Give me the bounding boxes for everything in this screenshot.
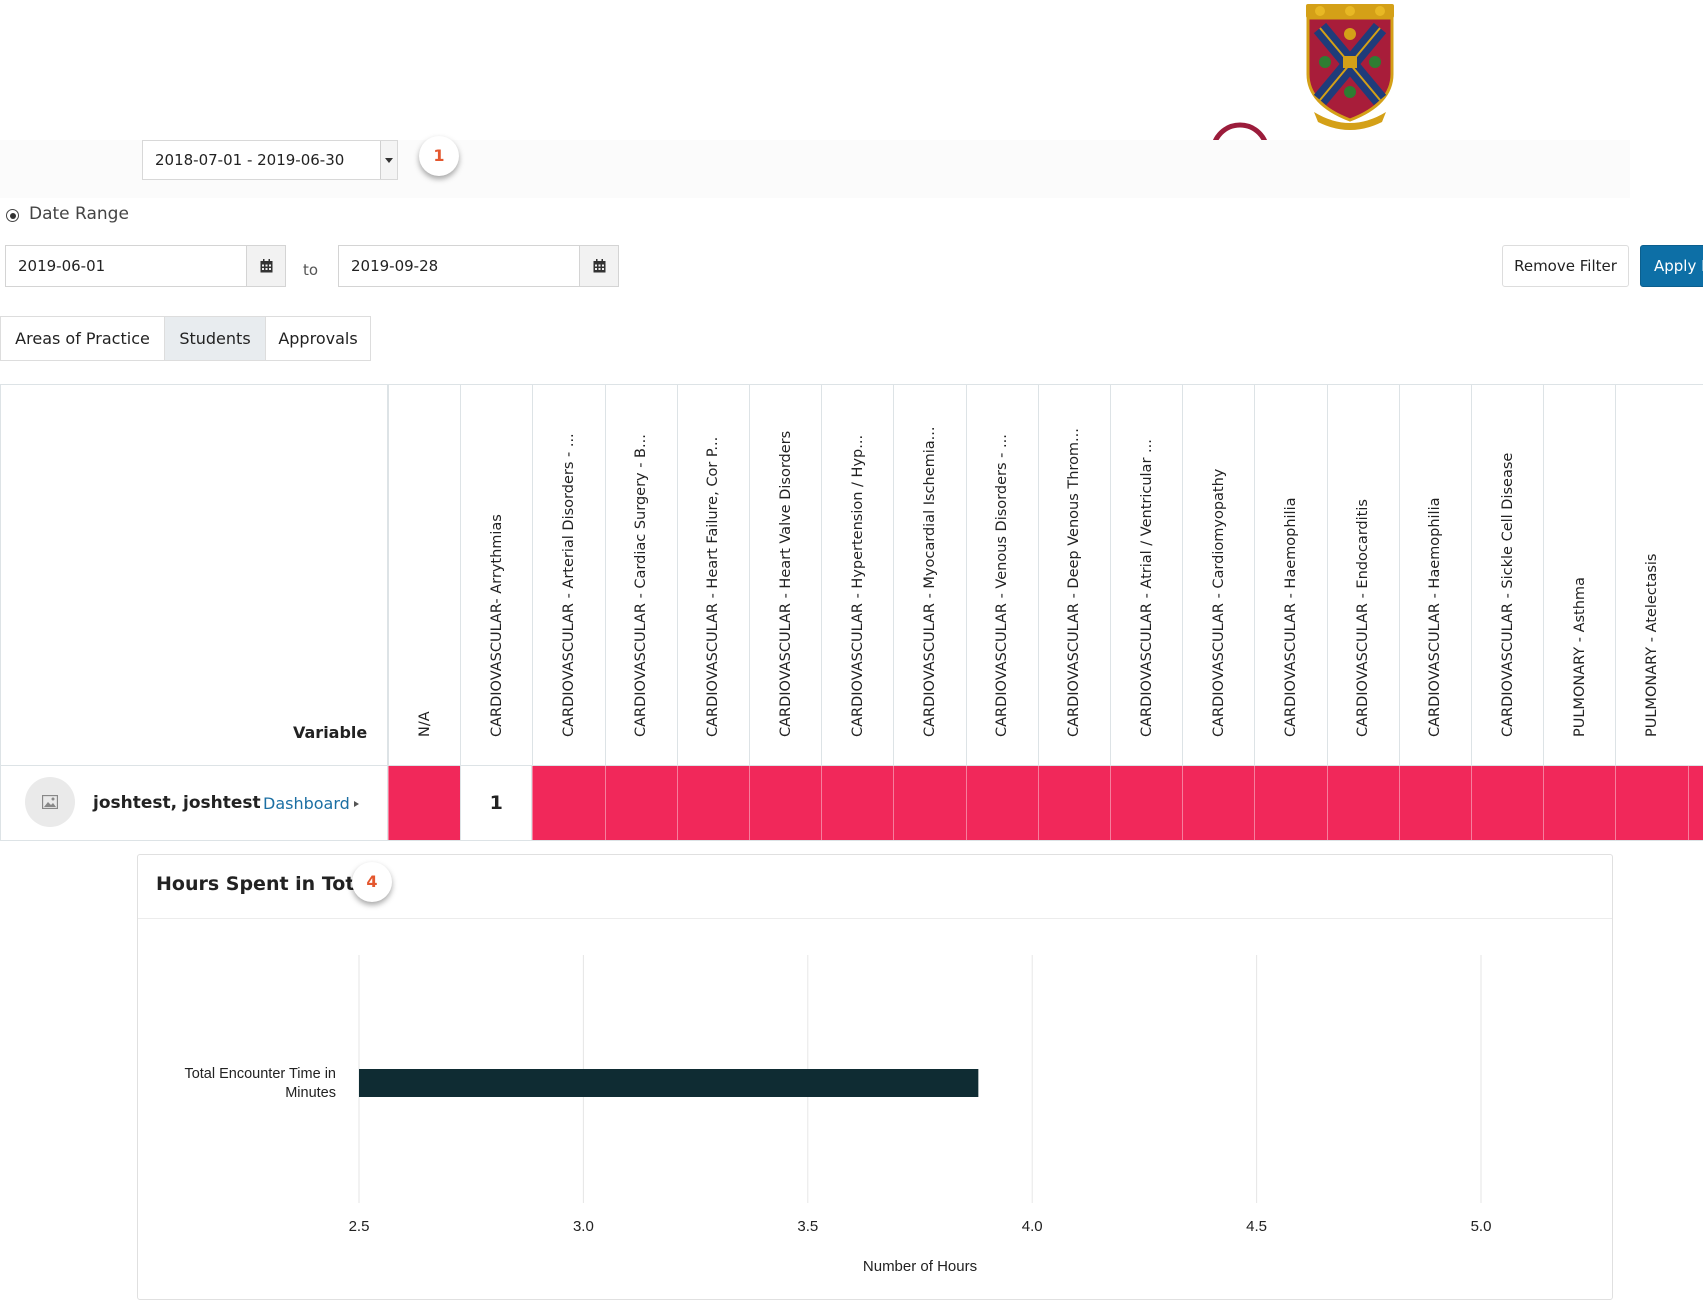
column-header-label: CARDIOVASCULAR - Heart Failure, Cor P... [705, 436, 722, 737]
column-header-label: CARDIOVASCULAR - Venous Disorders - ... [994, 434, 1011, 737]
column-header-label: CARDIOVASCULAR - Haemophilia [1282, 497, 1299, 738]
step-badge: 4 [352, 862, 392, 902]
matrix-cell[interactable] [604, 766, 677, 840]
column-header-label: CARDIOVASCULAR - Haemophilia [1427, 497, 1444, 738]
matrix-cell[interactable] [1110, 766, 1183, 840]
column-header-label: CARDIOVASCULAR - Arterial Disorders - ..… [560, 433, 577, 737]
loading-arc-icon [1205, 118, 1275, 140]
column-header: CARDIOVASCULAR - Cardiomyopathy [1182, 385, 1254, 765]
calendar-icon[interactable] [579, 246, 618, 286]
column-header-label: CARDIOVASCULAR - Sickle Cell Disease [1499, 452, 1516, 737]
x-tick-label: 4.0 [1022, 1218, 1043, 1235]
dashboard-link[interactable]: Dashboard [263, 794, 350, 813]
column-header: CARDIOVASCULAR - Arterial Disorders - ..… [532, 385, 604, 765]
column-header-label: CARDIOVASCULAR - Heart Valve Disorders [777, 430, 794, 737]
matrix-cell[interactable] [1037, 766, 1110, 840]
column-header: PULMONARY - Asthma [1543, 385, 1615, 765]
matrix-cell[interactable] [893, 766, 966, 840]
matrix-cell[interactable] [965, 766, 1038, 840]
student-name: joshtest, joshtest [93, 793, 261, 813]
remove-filter-button[interactable]: Remove Filter [1502, 245, 1629, 287]
column-header-label: CARDIOVASCULAR - Myocardial Ischemia... [921, 426, 938, 738]
matrix-cell[interactable] [1326, 766, 1399, 840]
chart-title: Hours Spent in Total [156, 873, 374, 895]
matrix-cell[interactable] [532, 766, 605, 840]
chart-categories: Total Encounter Time in Minutes [184, 1066, 336, 1101]
chevron-down-icon[interactable] [380, 141, 397, 179]
column-header: CARDIOVASCULAR - Endocarditis [1326, 385, 1399, 765]
x-tick-label: 3.0 [573, 1218, 594, 1235]
column-header-label: CARDIOVASCULAR - Endocarditis [1355, 499, 1372, 737]
calendar-icon[interactable] [246, 246, 285, 286]
hours-bar-chart: 2.5 3.0 3.5 4.0 4.5 5.0 Total Encounter Time … [184, 955, 1492, 1275]
column-header-label: CARDIOVASCULAR - Cardiac Surgery - B... [633, 434, 650, 737]
column-header: CARDIOVASCULAR - Venous Disorders - ... [965, 385, 1038, 765]
x-tick-label: 2.5 [349, 1218, 370, 1235]
variable-header: Variable [293, 723, 368, 742]
bar[interactable] [359, 1069, 979, 1097]
tab-students[interactable]: Students [164, 316, 266, 361]
column-header: CARDIOVASCULAR - Cardiac Surgery - B... [604, 385, 677, 765]
chart-bars [359, 1069, 979, 1097]
matrix-cell[interactable] [676, 766, 749, 840]
column-header: CARDIOVASCULAR - Hypertension / Hyp... [821, 385, 893, 765]
to-label: to [303, 261, 319, 279]
column-header-label: CARDIOVASCULAR - Deep Venous Throm... [1066, 428, 1083, 737]
column-header-label: PULMONARY - Asthma [1571, 577, 1588, 737]
column-header: CARDIOVASCULAR - Heart Failure, Cor P... [676, 385, 749, 765]
tab-areas-of-practice[interactable]: Areas of Practice [0, 316, 165, 361]
column-header: PULMONARY - Atelectasis [1615, 385, 1687, 765]
matrix-cell[interactable] [749, 766, 822, 840]
column-header: CARDIOVASCULAR - Atrial / Ventricular ..… [1110, 385, 1182, 765]
x-tick-label: 5.0 [1471, 1218, 1492, 1235]
column-header: CARDIOVASCULAR - Heart Valve Disorders [749, 385, 821, 765]
university-crest-logo [1300, 4, 1400, 130]
matrix-cell[interactable] [821, 766, 894, 840]
matrix-cell[interactable] [1543, 766, 1616, 840]
column-header-label: CARDIOVASCULAR - Cardiomyopathy [1210, 468, 1227, 737]
matrix-cell[interactable] [1471, 766, 1544, 840]
chart-x-ticks: 2.5 3.0 3.5 4.0 4.5 5.0 [349, 1218, 1492, 1235]
column-header: CARDIOVASCULAR - Sickle Cell Disease [1471, 385, 1543, 765]
end-date-field[interactable]: 2019-09-28 [338, 245, 619, 287]
column-header: N/A [388, 385, 460, 765]
column-header: CARDIOVASCULAR - Myocardial Ischemia... [893, 385, 965, 765]
matrix-cell[interactable] [1182, 766, 1255, 840]
y-category-label: Total Encounter Time in [184, 1066, 336, 1082]
matrix-cell[interactable]: 1 [460, 766, 533, 840]
column-header-label: N/A [416, 711, 433, 737]
matrix-cell[interactable] [1615, 766, 1688, 840]
matrix-cell[interactable] [1687, 766, 1703, 840]
end-date-value: 2019-09-28 [351, 257, 439, 275]
column-header: CARDIOVASCULAR - Haemophilia [1398, 385, 1471, 765]
column-header: CARDIOVASCULAR - Deep Venous Throm... [1037, 385, 1110, 765]
matrix-cell[interactable] [1398, 766, 1471, 840]
step-badge: 1 [419, 136, 459, 176]
caret-right-icon[interactable] [354, 801, 359, 807]
date-range-label: Date Range [29, 204, 129, 224]
period-select[interactable]: 2018-07-01 - 2019-06-30 [142, 140, 398, 180]
start-date-field[interactable]: 2019-06-01 [5, 245, 286, 287]
column-header-label: PULMONARY - Atelectasis [1643, 553, 1660, 737]
column-header-label: CARDIOVASCULAR - Atrial / Ventricular ..… [1138, 439, 1155, 737]
tab-approvals[interactable]: Approvals [265, 316, 371, 361]
start-date-value: 2019-06-01 [18, 257, 106, 275]
matrix-cell[interactable] [388, 766, 461, 840]
date-range-radio[interactable] [6, 209, 19, 222]
x-tick-label: 4.5 [1246, 1218, 1267, 1235]
column-header-label: CARDIOVASCULAR- Arrythmias [488, 514, 505, 737]
x-axis-title: Number of Hours [863, 1258, 977, 1275]
column-header-label: CARDIOVASCULAR - Hypertension / Hyp... [849, 434, 866, 737]
matrix-cell[interactable] [1254, 766, 1327, 840]
avatar [25, 777, 75, 827]
period-select-value: 2018-07-01 - 2019-06-30 [155, 151, 345, 169]
column-header: CARDIOVASCULAR- Arrythmias [460, 385, 532, 765]
y-category-label: Minutes [285, 1085, 336, 1101]
column-header: CARDIOVASCULAR - Haemophilia [1254, 385, 1326, 765]
x-tick-label: 3.5 [797, 1218, 818, 1235]
apply-filter-button[interactable]: Apply F [1640, 245, 1703, 287]
image-placeholder-icon [42, 795, 58, 809]
